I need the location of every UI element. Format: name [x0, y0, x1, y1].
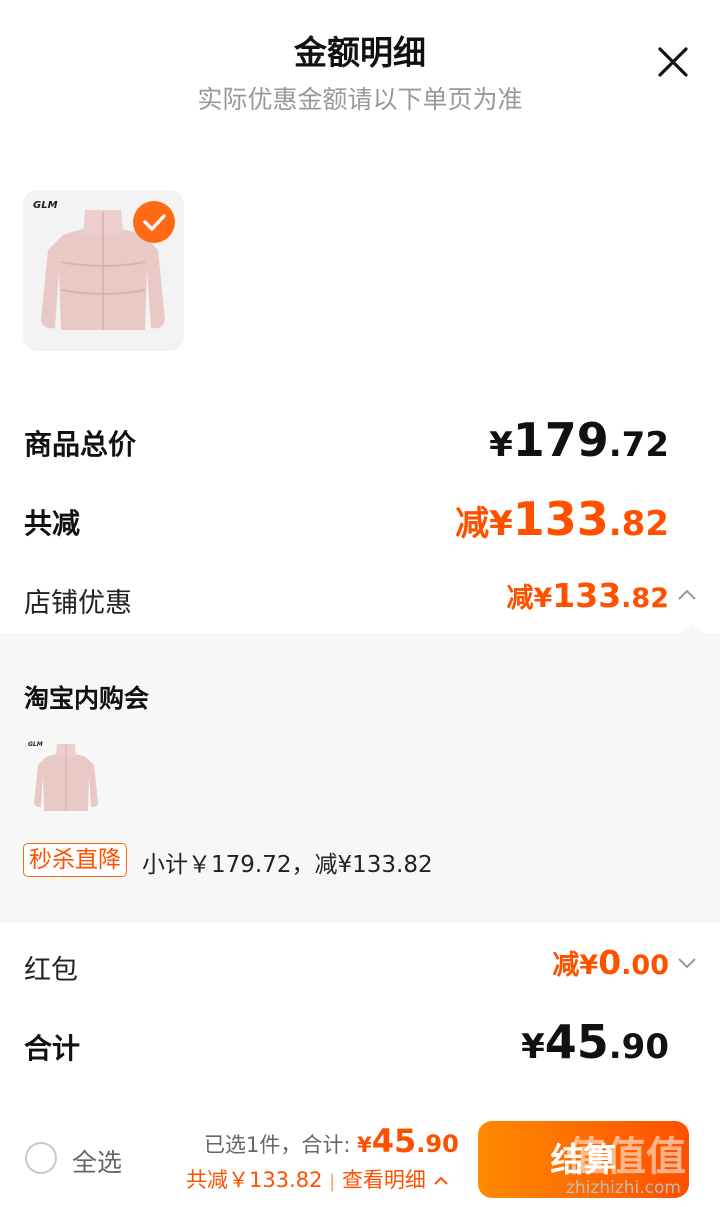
store-name: 淘宝内购会 — [24, 684, 150, 713]
chevron-up-icon[interactable] — [433, 1174, 449, 1188]
total-price-value: ¥179.72 — [489, 413, 669, 467]
select-all-radio[interactable] — [25, 1142, 57, 1174]
red-packet-label: 红包 — [24, 955, 78, 986]
discount-summary: 共减￥133.82 | 查看明细 — [186, 1164, 449, 1194]
bottom-discount-text: 共减￥133.82 — [186, 1168, 323, 1192]
red-packet-value[interactable]: 减¥0.00 — [552, 943, 669, 982]
total-discount-value: 减¥133.82 — [455, 492, 669, 546]
chevron-up-icon[interactable] — [676, 584, 698, 606]
flash-sale-tag: 秒杀直降 — [23, 843, 127, 877]
select-all-label[interactable]: 全选 — [72, 1143, 122, 1179]
brand-logo: GLM — [28, 741, 43, 748]
store-discount-value[interactable]: 减¥133.82 — [506, 576, 669, 615]
selected-summary: 已选1件，合计: ¥45.90 — [204, 1122, 459, 1160]
panel-notch — [681, 623, 701, 633]
close-icon[interactable] — [655, 44, 691, 80]
watermark-url: zhizhizhi.com — [566, 1178, 681, 1198]
brand-logo: GLM — [33, 200, 58, 211]
grand-total-value: ¥45.90 — [521, 1015, 669, 1069]
view-detail-link[interactable]: 查看明细 — [342, 1168, 426, 1192]
grand-total-label: 合计 — [24, 1032, 81, 1065]
modal-subtitle: 实际优惠金额请以下单页为准 — [197, 85, 523, 114]
store-discount-label: 店铺优惠 — [24, 588, 132, 619]
separator: | — [329, 1171, 336, 1192]
watermark-logo: 值值值 — [566, 1134, 686, 1180]
store-discount-panel — [0, 633, 720, 923]
total-price-label: 商品总价 — [24, 428, 137, 461]
total-discount-label: 共减 — [24, 507, 81, 540]
selected-check-icon[interactable] — [133, 201, 175, 243]
modal-title: 金额明细 — [294, 33, 426, 72]
pink-jacket-image: GLM — [28, 741, 98, 811]
chevron-down-icon[interactable] — [676, 952, 698, 974]
panel-product-thumbnail[interactable]: GLM — [26, 735, 106, 817]
store-subtotal: 小计￥179.72，减¥133.82 — [142, 852, 433, 878]
selected-count-text: 已选1件，合计: — [204, 1133, 351, 1157]
bottom-total-amount: ¥45.90 — [357, 1122, 459, 1160]
